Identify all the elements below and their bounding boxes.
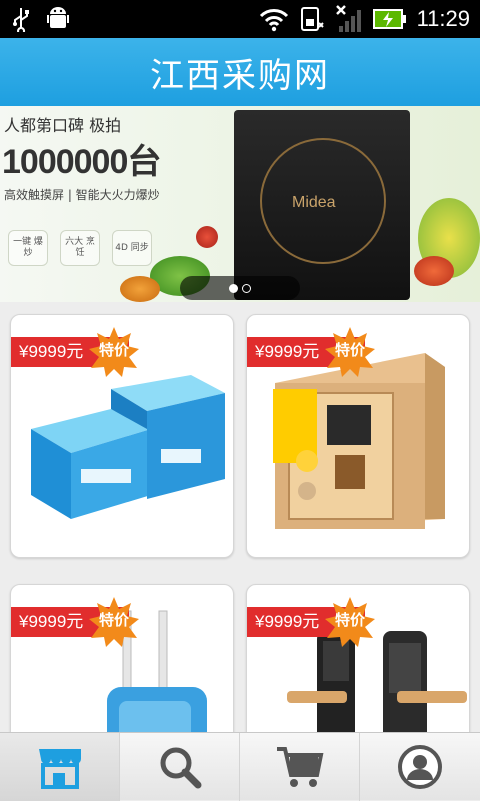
vegetable-decoration bbox=[196, 226, 218, 248]
vegetable-decoration bbox=[414, 256, 454, 286]
special-offer-label: 特价 bbox=[334, 341, 365, 359]
banner-feature: 4D 同步 bbox=[112, 230, 152, 266]
pager-dot-1[interactable] bbox=[229, 283, 238, 293]
product-card[interactable]: ¥9999元 特价 bbox=[10, 584, 234, 754]
tab-profile[interactable] bbox=[360, 733, 480, 801]
banner-tagline: 高效触摸屏 | 智能大火力爆炒 bbox=[4, 188, 160, 202]
product-card[interactable]: ¥9999元 特价 bbox=[246, 584, 470, 754]
usb-icon bbox=[13, 8, 29, 32]
paper-box-stack-image bbox=[21, 369, 225, 519]
banner-headline-top: 人都第口碑 极拍 bbox=[4, 116, 122, 135]
search-icon bbox=[160, 747, 201, 789]
tab-home[interactable] bbox=[0, 733, 120, 801]
banner-feature-row: 一键 爆炒 六大 烹饪 4D 同步 bbox=[8, 230, 152, 266]
app-title: 江西采购网 bbox=[150, 55, 330, 96]
banner-pager[interactable] bbox=[180, 276, 300, 300]
banner-headline-number: 1000000台 bbox=[2, 143, 161, 181]
battery-charging-icon bbox=[372, 9, 406, 29]
banner-feature: 六大 烹饪 bbox=[60, 230, 100, 266]
no-signal-icon bbox=[335, 5, 361, 32]
cooktop-brand: Midea bbox=[292, 194, 336, 211]
bottom-tab-bar bbox=[0, 732, 480, 801]
android-debug-icon bbox=[47, 7, 69, 28]
banner-feature: 一键 爆炒 bbox=[8, 230, 48, 266]
user-icon bbox=[398, 745, 442, 789]
store-icon bbox=[38, 749, 81, 789]
special-offer-label: 特价 bbox=[98, 341, 129, 359]
product-card[interactable]: ¥9999元 特价 bbox=[10, 314, 234, 558]
sd-card-icon bbox=[300, 7, 324, 31]
special-offer-label: 特价 bbox=[98, 611, 129, 629]
special-offer-label: 特价 bbox=[334, 611, 365, 629]
wifi-icon bbox=[259, 9, 288, 32]
promo-banner[interactable]: 人都第口碑 极拍 1000000台 高效触摸屏 | 智能大火力爆炒 一键 爆炒 … bbox=[0, 106, 480, 302]
status-bar: 11:29 bbox=[0, 0, 480, 38]
tab-search[interactable] bbox=[120, 733, 240, 801]
induction-cooktop-image: Midea bbox=[234, 110, 410, 300]
vegetable-decoration bbox=[120, 276, 160, 302]
tab-cart[interactable] bbox=[240, 733, 360, 801]
pager-dot-2[interactable] bbox=[242, 283, 251, 293]
status-clock: 11:29 bbox=[416, 6, 470, 31]
cart-icon bbox=[276, 747, 323, 787]
product-card[interactable]: ¥9999元 特价 bbox=[246, 314, 470, 558]
app-header: 江西采购网 bbox=[0, 38, 480, 106]
